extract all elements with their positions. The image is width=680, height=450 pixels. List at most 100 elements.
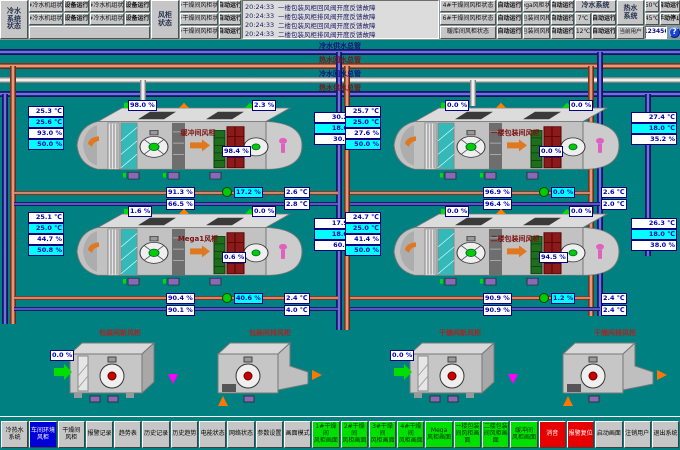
return-air-temp: 25.3 ℃ <box>28 106 64 117</box>
bottom-button[interactable]: 退出系统 <box>652 421 679 448</box>
bottom-button[interactable]: 缓冲间 风柜画面 <box>510 421 537 448</box>
small-ahu-supply[interactable]: 干燥间新风柜 0.0 % <box>390 328 530 418</box>
fan-status-label[interactable]: 6#干燥间风柜状态 <box>440 13 496 25</box>
supply-air-temp: 27.4 ℃ <box>631 112 677 123</box>
chiller-status-label[interactable]: 1#冷水机组状态 <box>29 0 63 12</box>
fan-status-label[interactable]: 2#干燥间风柜状态 <box>180 13 218 25</box>
ahu-unit[interactable]: 24.7 ℃ 25.0 ℃ 41.4 % 50.0 % <box>345 206 680 318</box>
temp-setpoint[interactable]: 25.0 ℃ <box>345 117 381 128</box>
sensor-value: 2.4 ℃ <box>601 305 627 316</box>
bottom-button[interactable]: 报警记录 <box>86 421 113 448</box>
valve-icon[interactable] <box>539 293 549 303</box>
hmi-screen: 冷水 系统 状态 1#冷水机组状态 设备运行 4#冷水机组状态 设备运行 2#冷… <box>0 0 680 450</box>
alarm-text: 一楼包装风柜回风阀开度反馈故障 <box>278 2 436 11</box>
chiller-status-value: 设备运行 <box>125 13 150 25</box>
bottom-button[interactable]: Mega 风柜画面 <box>425 421 452 448</box>
valve-icon[interactable] <box>539 187 549 197</box>
bottom-button[interactable]: 冷热水 系统 <box>1 421 28 448</box>
fan-status-label[interactable]: 二楼包装间风柜状态 <box>523 26 550 39</box>
bottom-button[interactable]: 1#干燥间 风柜画面 <box>312 421 339 448</box>
fan-status-value: 自动运行 <box>497 26 522 39</box>
bottom-button[interactable]: 一楼包装 间风柜画面 <box>454 421 481 448</box>
bottom-button[interactable]: 4#干燥间 风柜画面 <box>397 421 424 448</box>
bottom-button[interactable]: 画面模式 <box>284 421 311 448</box>
temp-setpoint[interactable]: 25.0 ℃ <box>28 223 64 234</box>
cold-water-status[interactable]: 自动运行 <box>592 13 616 25</box>
bottom-button[interactable]: 2#干燥间 风柜画面 <box>341 421 368 448</box>
fan-status-value: 自动运行 <box>219 0 241 12</box>
sensor-value: 2.6 ℃ <box>601 187 627 198</box>
bottom-button[interactable]: 网络状态 <box>227 421 254 448</box>
help-button[interactable]: ? <box>669 27 680 38</box>
mid-opening: 98.4 % <box>222 146 251 157</box>
inflow-arrow-icon <box>218 396 228 406</box>
fan-status-label[interactable]: 4#干燥间风柜状态 <box>440 0 496 12</box>
inflow-arrow-icon <box>563 396 573 406</box>
temp-setpoint[interactable]: 25.0 ℃ <box>345 223 381 234</box>
bottom-button[interactable]: 报警复位 <box>567 421 594 448</box>
mid-opening: 94.5 % <box>539 252 568 263</box>
bottom-button[interactable]: 历史趋势 <box>171 421 198 448</box>
small-ahu-exhaust[interactable]: 包装间排风柜 <box>200 328 340 418</box>
current-user-value[interactable]: 123456 <box>645 26 667 39</box>
small-ahu-exhaust[interactable]: 干燥间排风柜 <box>545 328 680 418</box>
bottom-button[interactable]: 注销用户 <box>624 421 651 448</box>
cold-water-status[interactable]: 自动运行 <box>592 26 616 39</box>
fan-status-label[interactable]: 一楼包装间风柜状态 <box>523 13 550 25</box>
humidity-setpoint[interactable]: 50.0 % <box>28 139 64 150</box>
bottom-bar: 冷热水 系统车间环境 风柜干燥间 风柜报警记录趋势表历史记录历史趋势电能状态网络… <box>0 419 680 450</box>
valve-icon[interactable] <box>222 187 232 197</box>
valve-icon[interactable] <box>222 293 232 303</box>
supply-setpoint[interactable]: 18.0 ℃ <box>631 123 677 134</box>
fan-status-value: 自动运行 <box>497 0 522 12</box>
chiller-status-label[interactable]: 3#冷水机组状态 <box>90 13 124 25</box>
fan-status-value: 自动运行 <box>497 13 522 25</box>
fan-status-value: 自动运行 <box>551 0 574 12</box>
fan-status-label[interactable]: 3#干燥间风柜状态 <box>180 26 218 39</box>
bottom-button[interactable]: 3#干燥间 风柜画面 <box>369 421 396 448</box>
mid-opening: 0.0 % <box>539 146 563 157</box>
fan-status-label[interactable]: 1#干燥间风柜状态 <box>180 0 218 12</box>
damper-icons <box>445 278 538 285</box>
humidity-setpoint[interactable]: 50.8 % <box>28 245 64 256</box>
bottom-button[interactable]: 消音 <box>539 421 566 448</box>
cold-water-title: 冷水系统 <box>575 0 616 12</box>
bottom-button[interactable]: 启动画面 <box>595 421 622 448</box>
alarm-row[interactable]: 20:24:33二楼包装风柜回风阀开度反馈故障 <box>245 20 436 29</box>
chiller-status-label[interactable]: 4#冷水机组状态 <box>90 0 124 12</box>
valve-opening: 1.2 % <box>551 293 575 304</box>
chiller-status-label[interactable]: 2#冷水机组状态 <box>29 13 63 25</box>
humidity-setpoint[interactable]: 50.0 % <box>345 139 381 150</box>
damper-icons <box>128 278 221 285</box>
hot-water-status[interactable]: 自动运行 <box>660 0 680 12</box>
valve-opening: 17.2 % <box>234 187 263 198</box>
bottom-button[interactable]: 车间环境 风柜 <box>29 421 56 448</box>
chiller-status-value: 设备运行 <box>125 0 150 12</box>
humidity-setpoint[interactable]: 50.0 % <box>345 245 381 256</box>
bottom-button[interactable]: 趋势表 <box>114 421 141 448</box>
alarm-row[interactable]: 20:24:33一楼包装风柜回风阀开度反馈故障 <box>245 2 436 11</box>
ahu-unit[interactable]: 25.1 ℃ 25.0 ℃ 44.7 % 50.8 % <box>28 206 363 318</box>
ahu-unit[interactable]: 25.3 ℃ 25.6 ℃ 93.0 % 50.0 % <box>28 100 363 212</box>
hot-water-status[interactable]: 手动停止 <box>660 13 680 25</box>
current-user-label: 当前用户 <box>617 26 644 39</box>
fan-status-label[interactable]: Mega风柜状态 <box>523 0 550 12</box>
bottom-button[interactable]: 电能状态 <box>199 421 226 448</box>
damper-icons <box>445 172 538 179</box>
alarm-row[interactable]: 20:24:33一楼包装风柜排风阀开度反馈故障 <box>245 11 436 20</box>
bottom-button[interactable]: 干燥间 风柜 <box>58 421 85 448</box>
alarm-row[interactable]: 20:24:33二楼包装风柜排风阀开度反馈故障 <box>245 29 436 38</box>
main-label-hot-return: 热水回水总管 <box>0 55 680 65</box>
supply-setpoint[interactable]: 18.0 ℃ <box>631 229 677 240</box>
small-ahu-supply[interactable]: 包装间新风柜 0.0 % <box>50 328 190 418</box>
fan-panel-title: 风柜 状态 <box>151 0 179 39</box>
temp-setpoint[interactable]: 25.6 ℃ <box>28 117 64 128</box>
bottom-button[interactable]: 二楼包装 间风柜画面 <box>482 421 509 448</box>
bottom-button[interactable]: 参数设置 <box>256 421 283 448</box>
return-humidity: 44.7 % <box>28 234 64 245</box>
flow-up-arrow-icon <box>496 103 506 108</box>
divider <box>0 416 680 417</box>
ahu-unit[interactable]: 25.7 ℃ 25.0 ℃ 27.6 % 50.0 % <box>345 100 680 212</box>
fan-status-label[interactable]: 暖库间风柜状态 <box>440 26 496 39</box>
bottom-button[interactable]: 历史记录 <box>142 421 169 448</box>
